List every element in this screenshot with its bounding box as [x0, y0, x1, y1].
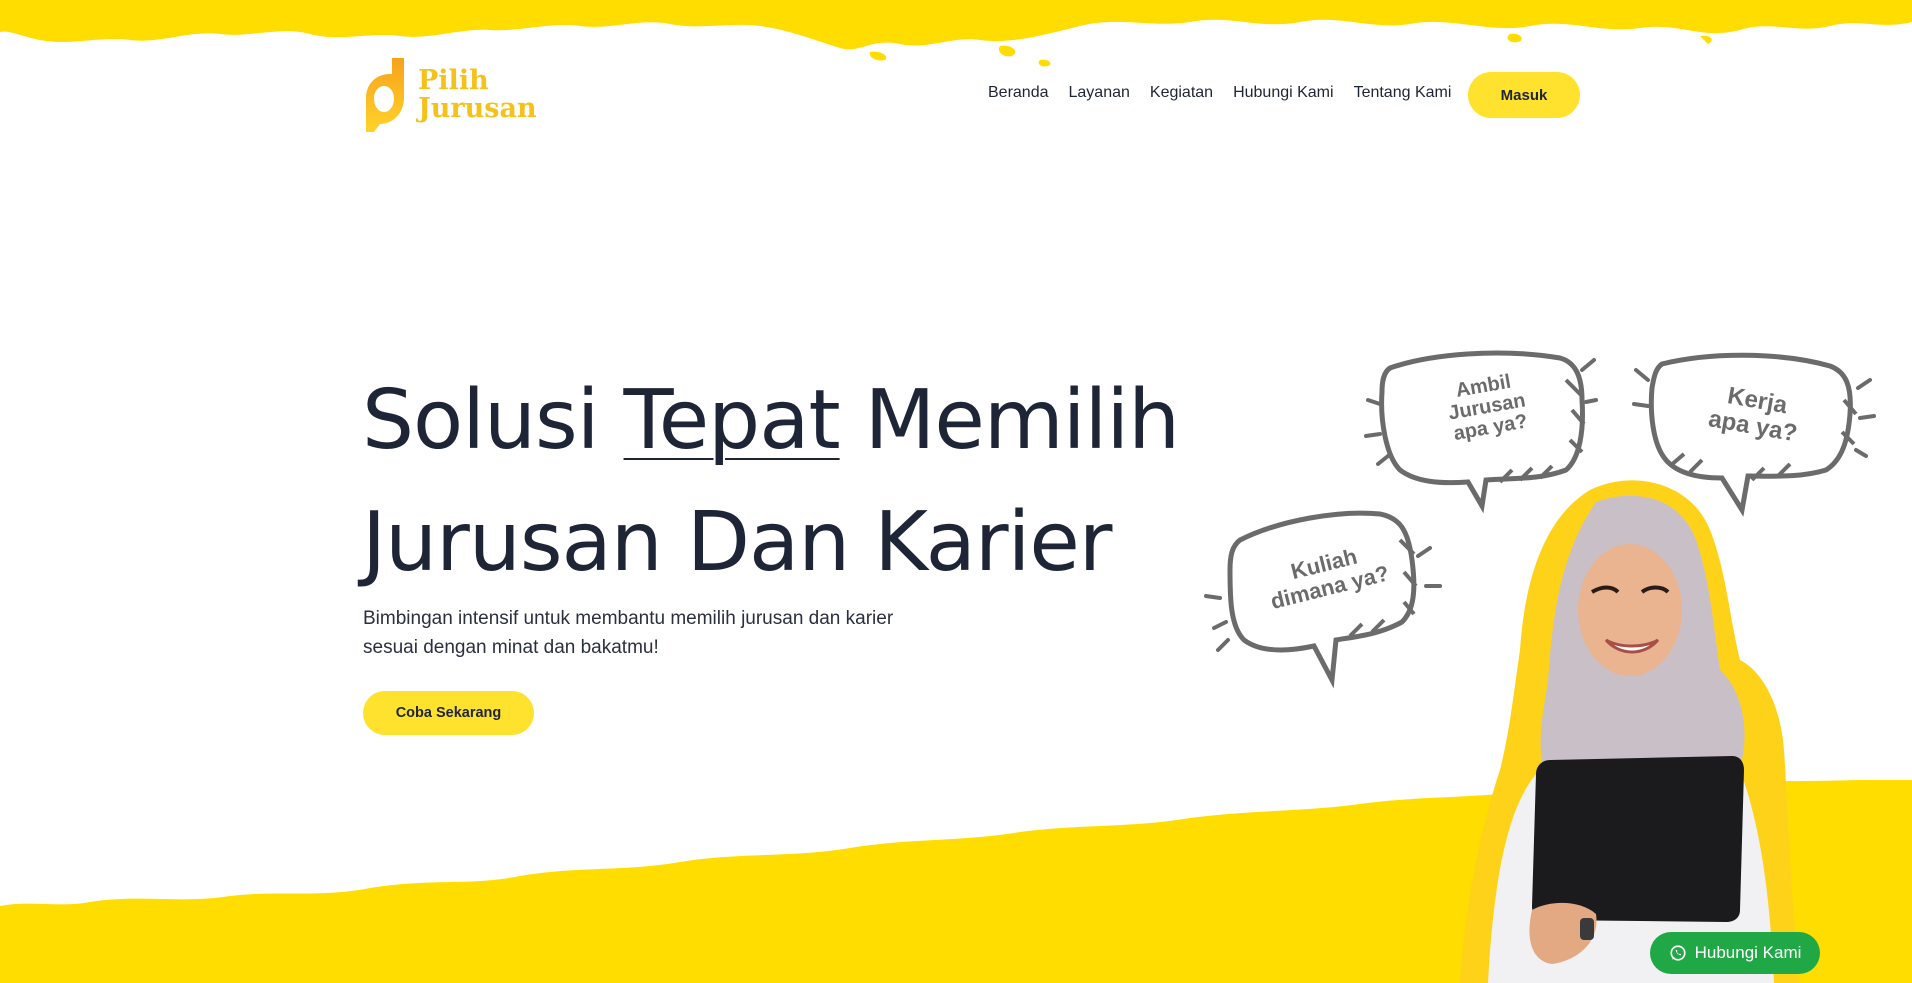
nav-beranda[interactable]: Beranda [988, 84, 1049, 102]
whatsapp-label: Hubungi Kami [1694, 943, 1802, 962]
hero-subtitle: Bimbingan intensif untuk membantu memili… [363, 604, 923, 662]
nav-hubungi-kami[interactable]: Hubungi Kami [1233, 84, 1334, 102]
nav-kegiatan[interactable]: Kegiatan [1150, 84, 1213, 102]
hero-title-highlight: Tepat [623, 373, 841, 468]
pilih-jurusan-logo-icon [366, 58, 404, 132]
whatsapp-icon [1670, 945, 1686, 961]
hero-title-part1: Solusi [362, 373, 624, 468]
speech-bubble-kuliah: Kuliah dimana ya? [1200, 500, 1450, 690]
hero-subtitle-line1: Bimbingan intensif untuk membantu memili… [363, 608, 894, 629]
student-photo [1460, 480, 1800, 983]
login-button[interactable]: Masuk [1468, 72, 1580, 118]
brand-name-line2: Jurusan [418, 93, 537, 124]
hero-subtitle-line2: sesuai dengan minat dan bakatmu! [363, 637, 659, 658]
hero-title: Solusi Tepat Memilih Jurusan Dan Karier [362, 360, 1262, 604]
main-nav: Beranda Layanan Kegiatan Hubungi Kami Te… [988, 84, 1451, 102]
brand-logo[interactable]: Pilih Jurusan [362, 58, 562, 132]
brand-name: Pilih Jurusan [418, 67, 537, 123]
nav-tentang-kami[interactable]: Tentang Kami [1354, 84, 1452, 102]
hero-title-part2: Memilih [839, 373, 1180, 468]
top-splash-decoration [0, 0, 1912, 67]
whatsapp-contact-button[interactable]: Hubungi Kami [1650, 932, 1820, 974]
hero-title-line2: Jurusan Dan Karier [362, 495, 1113, 590]
hero-title-line1: Solusi Tepat Memilih [362, 360, 1262, 482]
brand-name-line1: Pilih [418, 65, 489, 96]
try-now-button[interactable]: Coba Sekarang [363, 691, 534, 735]
nav-layanan[interactable]: Layanan [1069, 84, 1130, 102]
